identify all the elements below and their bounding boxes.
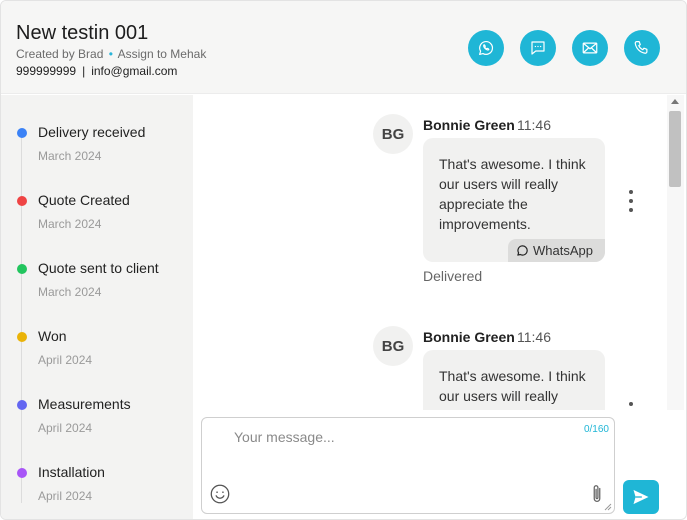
message-time: 11:46 <box>517 117 551 133</box>
message-text: That's awesome. I think our users will r… <box>439 156 586 232</box>
timeline-item: Quote Created March 2024 <box>1 163 193 231</box>
timeline-date: April 2024 <box>38 421 93 435</box>
message-input[interactable] <box>202 418 614 488</box>
status-timeline: Delivery received March 2024 Quote Created… <box>1 95 193 519</box>
status-dot <box>17 332 27 342</box>
contact-details: 999999999 | info@gmail.com <box>16 64 177 78</box>
scroll-up-arrow[interactable] <box>671 99 679 104</box>
call-button[interactable] <box>624 30 660 66</box>
paperclip-icon[interactable] <box>589 483 605 505</box>
contact-email: info@gmail.com <box>91 64 178 78</box>
delivery-status: Delivered <box>423 268 483 284</box>
contact-separator: | <box>82 64 86 78</box>
separator-dot: • <box>108 47 113 61</box>
phone-icon <box>634 41 648 54</box>
channel-badge: WhatsApp <box>508 239 605 262</box>
message-icon <box>531 41 545 55</box>
timeline-date: April 2024 <box>38 489 93 503</box>
sender-name: Bonnie Green <box>423 117 515 133</box>
conversation-panel: New testin 001 Created by Brad • Assign … <box>0 0 687 520</box>
mail-icon <box>582 42 598 54</box>
contact-header: New testin 001 Created by Brad • Assign … <box>1 1 686 94</box>
timeline-date: March 2024 <box>38 285 102 299</box>
chat-message: BG Bonnie Green 11:46 That's awesome. I thi… <box>193 95 667 295</box>
timeline-label: Won <box>38 328 67 344</box>
timeline-item: Installation April 2024 <box>1 435 193 503</box>
message-time: 11:46 <box>517 329 551 345</box>
message-bubble: That's awesome. I think our users will r… <box>423 350 605 410</box>
resize-grip-icon[interactable] <box>604 503 612 511</box>
message-composer: 0/160 <box>201 417 615 514</box>
status-dot <box>17 196 27 206</box>
timeline-label: Quote sent to client <box>38 260 159 276</box>
timeline-label: Quote Created <box>38 192 130 208</box>
timeline-item: Measurements April 2024 <box>1 367 193 435</box>
whatsapp-icon <box>479 41 493 55</box>
email-button[interactable] <box>572 30 608 66</box>
send-icon <box>633 489 649 505</box>
contact-phone: 999999999 <box>16 64 77 78</box>
timeline-date: April 2024 <box>38 353 93 367</box>
thread-scrollbar[interactable] <box>667 95 684 410</box>
chat-message: BG Bonnie Green 11:46 That's awesome. I thi… <box>193 307 667 410</box>
sender-name: Bonnie Green <box>423 329 515 345</box>
character-counter: 0/160 <box>583 424 609 435</box>
timeline-date: March 2024 <box>38 217 102 231</box>
assignment-info: Created by Brad • Assign to Mehak <box>16 47 206 61</box>
status-dot <box>17 400 27 410</box>
status-dot <box>17 264 27 274</box>
emoji-icon[interactable] <box>209 483 231 505</box>
message-text: That's awesome. I think our users will r… <box>439 368 586 410</box>
scrollbar-thumb[interactable] <box>669 111 681 187</box>
timeline-label: Installation <box>38 464 105 480</box>
timeline-item: Quote sent to client March 2024 <box>1 231 193 299</box>
timeline-item: Won April 2024 <box>1 299 193 367</box>
sms-button[interactable] <box>520 30 556 66</box>
timeline-label: Measurements <box>38 396 131 412</box>
more-options-icon[interactable] <box>625 190 637 212</box>
whatsapp-icon <box>517 245 528 256</box>
send-button[interactable] <box>623 480 659 514</box>
message-bubble: That's awesome. I think our users will r… <box>423 138 605 262</box>
message-thread: BG Bonnie Green 11:46 That's awesome. I thi… <box>193 95 667 410</box>
page-title: New testin 001 <box>16 22 149 44</box>
channel-label: WhatsApp <box>533 243 593 258</box>
timeline-label: Delivery received <box>38 124 146 140</box>
assigned-to: Assign to Mehak <box>117 47 207 61</box>
status-dot <box>17 468 27 478</box>
status-dot <box>17 128 27 138</box>
timeline-date: March 2024 <box>38 149 102 163</box>
whatsapp-button[interactable] <box>468 30 504 66</box>
timeline-item: Delivery received March 2024 <box>1 95 193 163</box>
more-options-icon[interactable] <box>625 402 637 410</box>
created-by: Created by Brad <box>16 47 104 61</box>
avatar: BG <box>373 114 413 154</box>
avatar: BG <box>373 326 413 366</box>
